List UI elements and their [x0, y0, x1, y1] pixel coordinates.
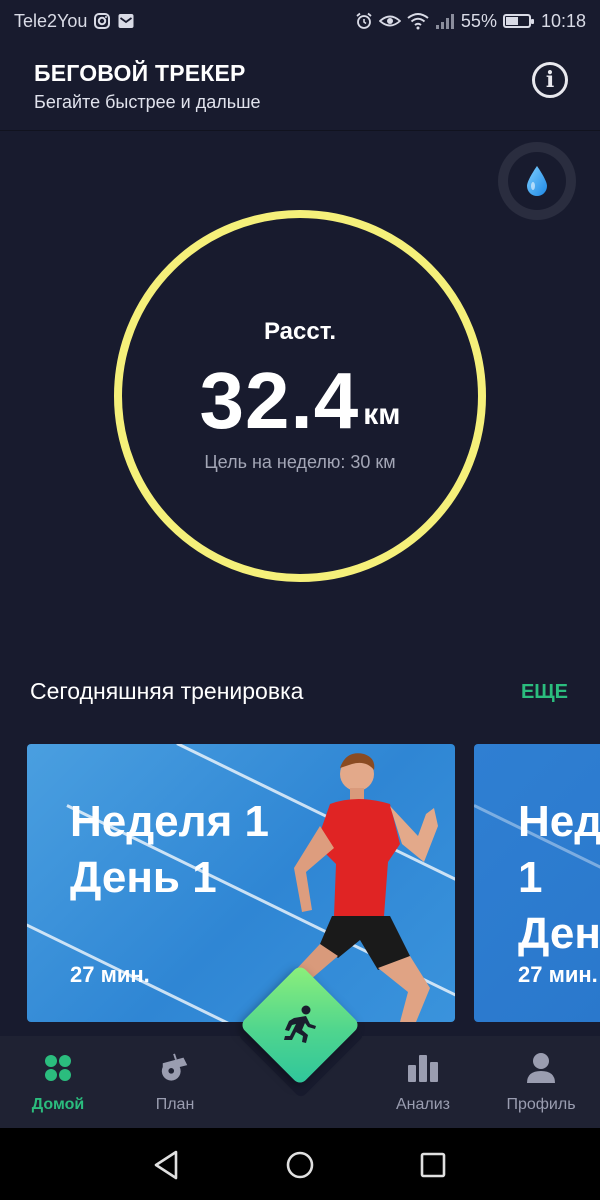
nav-label: Анализ [395, 1096, 450, 1113]
app-subtitle: Бегайте быстрее и дальше [34, 92, 261, 112]
app-header: БЕГОВОЙ ТРЕКЕР Бегайте быстрее и дальше … [0, 42, 600, 131]
home-grid-icon [42, 1052, 74, 1084]
battery-percent: 55% [460, 10, 497, 31]
distance-progress-ring[interactable]: Расст. 32.4 км Цель на неделю: 30 км [112, 208, 488, 584]
water-reminder-button[interactable] [498, 142, 576, 220]
mail-icon [118, 14, 134, 28]
runner-image [264, 753, 438, 1022]
distance-label: Расст. [263, 318, 337, 345]
nav-label: Профиль [506, 1096, 576, 1113]
card-day: День 1 [518, 909, 600, 958]
nav-label: План [155, 1096, 195, 1113]
card-week: Неделя 1 [70, 797, 269, 846]
card-duration: 27 мин. [518, 962, 598, 987]
status-bar: Tele2You 55% 10:18 [0, 0, 600, 42]
water-button-inner [508, 152, 566, 210]
bar-chart-icon [407, 1052, 439, 1084]
battery-icon [502, 14, 534, 28]
alarm-icon [356, 12, 372, 29]
more-link[interactable]: ЕЩЕ [521, 681, 568, 704]
distance-value-row: 32.4 км [112, 360, 488, 442]
system-nav-bar [0, 1128, 600, 1200]
distance-value: 32.4 [199, 356, 360, 445]
nav-analysis[interactable]: Анализ [368, 1036, 478, 1128]
nav-profile[interactable]: Профиль [486, 1036, 596, 1128]
eye-icon [378, 15, 401, 27]
card-day: День 1 [70, 853, 217, 902]
recents-icon[interactable] [416, 1148, 450, 1182]
section-title: Сегодняшняя тренировка [30, 678, 304, 704]
card-heading: Неделя 1 День 1 [70, 794, 269, 906]
info-icon[interactable]: i [532, 62, 568, 98]
workout-card[interactable]: Неделя 1 День 1 27 мин. [27, 744, 455, 1022]
nav-plan[interactable]: План [120, 1036, 230, 1128]
clock: 10:18 [540, 10, 586, 31]
instagram-icon [94, 13, 111, 29]
carrier-name: Tele2You [14, 10, 88, 31]
back-icon[interactable] [150, 1148, 184, 1182]
card-heading: Неделя 1 День 1 [518, 794, 600, 962]
home-icon[interactable] [283, 1148, 317, 1182]
profile-icon [525, 1052, 557, 1084]
signal-icon [435, 14, 454, 29]
nav-label: Домой [31, 1096, 85, 1113]
wifi-icon [407, 13, 429, 30]
card-duration: 27 мин. [70, 962, 150, 987]
distance-unit: км [363, 398, 401, 431]
info-glyph: i [545, 67, 555, 93]
nav-home[interactable]: Домой [3, 1036, 113, 1128]
card-week: Неделя 1 [518, 797, 600, 902]
workout-card[interactable]: Неделя 1 День 1 27 мин. [474, 744, 600, 1022]
app-title: БЕГОВОЙ ТРЕКЕР [34, 60, 246, 86]
weekly-goal: Цель на неделю: 30 км [204, 452, 396, 472]
running-person-icon[interactable] [276, 1000, 324, 1048]
water-drop-icon [527, 166, 547, 196]
whistle-icon [159, 1052, 191, 1084]
